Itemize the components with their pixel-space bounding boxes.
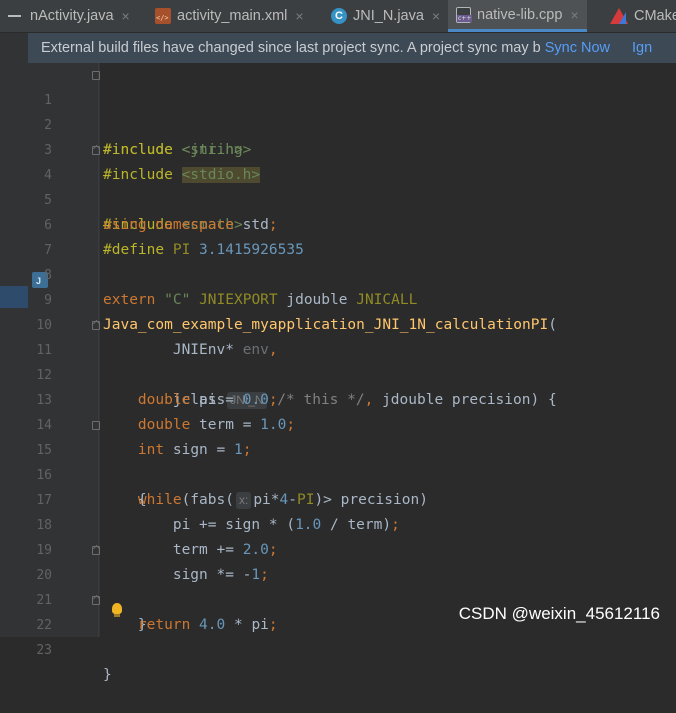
watermark: CSDN @weixin_45612116 xyxy=(458,604,660,623)
left-tool-strip xyxy=(0,33,28,637)
fold-end-icon[interactable] xyxy=(92,146,100,155)
code-line: 13 double term = 1.0; xyxy=(28,363,676,433)
code-editor[interactable]: 1 #include <jni.h> 2 #include <string> 3… xyxy=(28,63,676,683)
code-line: 12 double pi = 0.0; xyxy=(28,338,676,408)
close-icon[interactable]: × xyxy=(295,8,303,24)
code-line: 7 xyxy=(28,213,676,258)
xml-file-icon xyxy=(155,8,171,24)
sync-notification-bar: External build files have changed since … xyxy=(28,33,676,63)
close-icon[interactable]: × xyxy=(432,8,440,24)
left-strip-selection[interactable] xyxy=(0,286,28,308)
code-line: 3 #include <stdio.h> xyxy=(28,113,676,183)
code-line: 11 jclass JNI_N /* this */, jdouble preci… xyxy=(28,313,676,409)
tab-label: JNI_N.java xyxy=(353,8,424,24)
code-line: 10 JNIEnv* env, xyxy=(28,288,676,358)
fold-end-icon[interactable] xyxy=(92,596,100,605)
line-number: 23 xyxy=(36,643,52,658)
lightbulb-icon[interactable] xyxy=(112,603,122,617)
code-line: 18 term += 2.0; xyxy=(28,488,676,558)
code-line: 1 #include <jni.h> xyxy=(28,63,676,158)
cpp-file-icon xyxy=(456,6,473,23)
tab-label: activity_main.xml xyxy=(177,8,288,24)
code-line: 9 Java_com_example_myapplication_JNI_1N_… xyxy=(28,263,676,333)
code-line: 19 sign *= -1; xyxy=(28,513,676,583)
java-class-icon: C xyxy=(331,8,347,24)
editor-tab-bar: nActivity.java × activity_main.xml × C J… xyxy=(0,0,676,33)
sync-message: External build files have changed since … xyxy=(41,40,541,56)
collapse-icon[interactable] xyxy=(8,15,21,17)
close-icon[interactable]: × xyxy=(122,8,130,24)
code-line: 20 } xyxy=(28,538,676,633)
cmake-icon xyxy=(610,8,628,24)
code-line: 15 while(fabs(x: pi*4-PI)> precision) xyxy=(28,413,676,509)
tab-cmake[interactable]: CMake xyxy=(610,0,676,32)
ignore-link[interactable]: Ign xyxy=(632,40,652,56)
close-icon[interactable]: × xyxy=(570,7,578,23)
tab-main-activity[interactable]: nActivity.java × xyxy=(30,0,130,32)
sync-now-link[interactable]: Sync Now xyxy=(545,40,610,56)
tab-label: CMake xyxy=(634,8,676,24)
tab-native-lib-cpp[interactable]: native-lib.cpp × xyxy=(448,0,587,32)
code-line: 17 pi += sign * (1.0 / term); xyxy=(28,463,676,533)
fold-icon[interactable] xyxy=(92,421,100,430)
code-line: 14 int sign = 1; xyxy=(28,388,676,458)
code-line: 21 return 4.0 * pi; xyxy=(28,563,676,633)
tab-label: native-lib.cpp xyxy=(477,6,563,23)
code-line: 8 extern "C" JNIEXPORT jdouble JNICALL xyxy=(28,238,676,308)
code-line: 2 #include <string> xyxy=(28,88,676,158)
code-line: 16 { xyxy=(28,438,676,508)
code-line: 4 #include <cmath> xyxy=(28,138,676,233)
code-line: 6 #define PI 3.1415926535 xyxy=(28,188,676,258)
code-line: 5 using namespace std; xyxy=(28,163,676,233)
tab-jni-n-java[interactable]: C JNI_N.java × xyxy=(331,0,440,32)
fold-end-icon[interactable] xyxy=(92,321,100,330)
tab-activity-main-xml[interactable]: activity_main.xml × xyxy=(155,0,304,32)
fold-end-icon[interactable] xyxy=(92,546,100,555)
fold-icon[interactable] xyxy=(92,71,100,80)
tab-label: nActivity.java xyxy=(30,8,114,24)
